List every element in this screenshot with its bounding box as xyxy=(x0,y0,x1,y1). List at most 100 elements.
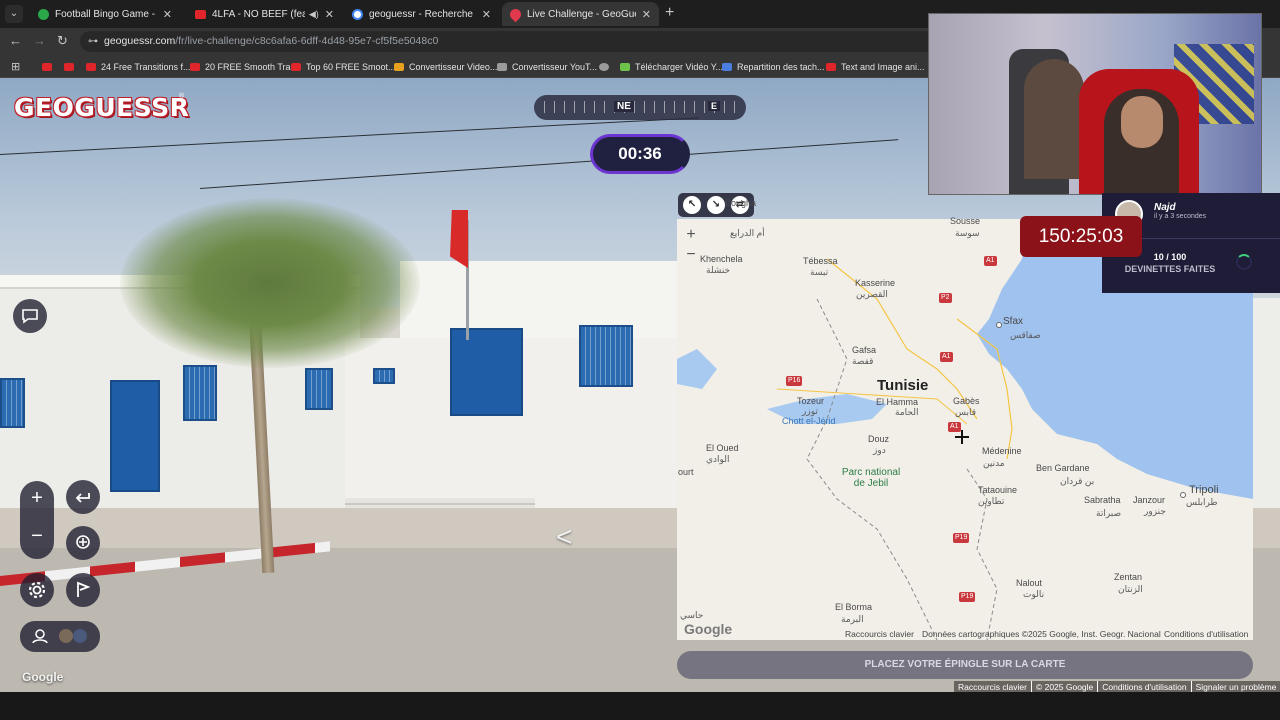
undo-move-button[interactable] xyxy=(66,480,100,514)
map-label-medenine-ar: مدنين xyxy=(983,458,1005,468)
bookmark-telecharger[interactable]: Télécharger Vidéo Y... xyxy=(620,59,723,74)
tab-football-bingo[interactable]: Football Bingo Game - Play Now ✕ xyxy=(30,2,180,26)
google-watermark: Google xyxy=(22,670,64,684)
apps-grid-icon[interactable]: ⊞ xyxy=(11,59,20,74)
tab-favicon-icon xyxy=(38,8,49,20)
bookmark-youtube-1[interactable] xyxy=(42,59,57,74)
bookmark-globe[interactable] xyxy=(599,59,614,74)
map-label-ben-gardane: Ben Gardane xyxy=(1036,463,1090,473)
geoguessr-logo: GEOGUESSR xyxy=(14,93,190,122)
tab-close-icon[interactable]: ✕ xyxy=(482,8,491,21)
map-shrink-icon[interactable]: ↘ xyxy=(707,196,725,214)
tab-live-challenge[interactable]: Live Challenge - GeoGuessr ✕ xyxy=(502,2,659,26)
bookmark-top-60[interactable]: Top 60 FREE Smoot... xyxy=(291,59,396,74)
map-label-janzour-ar: جنزور xyxy=(1144,506,1166,516)
forward-arrow-icon[interactable]: → xyxy=(33,33,46,48)
location-pin-icon xyxy=(76,535,90,549)
map-label-sfax-ar: صفاقس xyxy=(1010,330,1041,340)
road-shield: P2 xyxy=(939,293,952,303)
map-label-khenchela-ar: خنشلة xyxy=(706,265,731,275)
map-expand-icon[interactable]: ↖ xyxy=(683,196,701,214)
road-shield: P19 xyxy=(953,533,970,543)
bookmark-transitions[interactable]: 24 Free Transitions f... xyxy=(86,59,191,74)
map-label-sabratha-ar: صبراتة xyxy=(1096,508,1122,518)
speaker-icon[interactable]: ◀) xyxy=(309,9,319,20)
map-label-sfax: Sfax xyxy=(1003,316,1024,327)
tab-search-menu-icon[interactable]: ⌄ xyxy=(5,5,23,23)
bookmark-label: Convertisseur Video... xyxy=(409,61,498,72)
globe-icon xyxy=(599,62,609,71)
player-last-seen: il y a 3 secondes xyxy=(1154,213,1207,220)
webcam-person-side xyxy=(1024,59,1084,179)
bookmark-label: 20 FREE Smooth Tra... xyxy=(205,61,299,72)
tab-close-icon[interactable]: ✕ xyxy=(642,8,651,21)
map-label-gabes: Gabès xyxy=(953,396,980,406)
crosshair-cursor-icon xyxy=(955,430,969,444)
map-label-bougha-ar: أم الدرايع xyxy=(730,228,765,238)
city-dot xyxy=(1180,492,1186,498)
tab-favicon-icon xyxy=(195,9,206,19)
map-terms-link[interactable]: Conditions d'utilisation xyxy=(1164,629,1248,639)
map-label-janzour: Janzour xyxy=(1133,495,1166,505)
zoom-out-button[interactable]: − xyxy=(20,525,54,548)
bottom-letterbox xyxy=(0,692,1280,720)
building-upper xyxy=(400,261,680,341)
bookmark-repartition[interactable]: Repartition des tach... xyxy=(722,59,825,74)
bookmark-label: Repartition des tach... xyxy=(737,61,825,72)
chat-bubble-icon xyxy=(22,309,38,324)
city-dot xyxy=(996,322,1002,328)
youtube-icon xyxy=(42,62,52,71)
map-data-attribution: Données cartographiques ©2025 Google, In… xyxy=(922,629,1161,639)
tab-close-icon[interactable]: ✕ xyxy=(163,8,172,21)
bookmark-label: 24 Free Transitions f... xyxy=(101,61,191,72)
doc-icon xyxy=(722,62,732,71)
street-view-move-arrow-icon[interactable]: < xyxy=(556,523,600,551)
webcam-overlay xyxy=(928,13,1262,195)
compass[interactable]: NE E xyxy=(534,95,746,120)
blue-door xyxy=(110,380,160,492)
map-zoom-out-button[interactable]: − xyxy=(680,245,702,265)
map-label-el-oued: El Oued xyxy=(706,443,739,453)
return-to-start-button[interactable] xyxy=(66,526,100,560)
new-tab-button[interactable]: + xyxy=(665,5,674,21)
bookmark-convertisseur-video[interactable]: Convertisseur Video... xyxy=(394,59,497,74)
youtube-icon xyxy=(64,62,74,71)
reload-icon[interactable]: ↻ xyxy=(57,33,68,49)
blue-window xyxy=(0,378,25,428)
report-bubble-button[interactable] xyxy=(13,299,47,333)
players-button[interactable] xyxy=(20,621,100,652)
url-path: /fr/live-challenge/c8c6afa6-6dff-4d48-95… xyxy=(175,35,439,47)
tab-4lfa-no-beef[interactable]: 4LFA - NO BEEF (feat. KTYB) ◀) ✕ xyxy=(187,2,342,26)
building-right xyxy=(1250,298,1280,508)
bookmark-label: Top 60 FREE Smoot... xyxy=(306,61,396,72)
map-label-chott-el-jerid: Chott el-Jérid xyxy=(782,416,836,426)
blue-window xyxy=(579,325,633,387)
site-info-icon[interactable]: ⊶ xyxy=(88,31,98,52)
bookmark-convertisseur-youtube[interactable]: Convertisseur YouT... xyxy=(497,59,597,74)
bookmark-youtube-2[interactable] xyxy=(64,59,79,74)
map-label-khenchela: Khenchela xyxy=(700,254,743,264)
settings-button[interactable] xyxy=(20,573,54,607)
bookmark-text-image[interactable]: Text and Image ani... xyxy=(826,59,925,74)
map-label-ourt: ourt xyxy=(678,467,694,477)
bookmark-smooth-transitions[interactable]: 20 FREE Smooth Tra... xyxy=(190,59,298,74)
map-zoom-in-button[interactable]: + xyxy=(680,225,702,245)
map-label-gabes-ar: قابس xyxy=(955,407,977,417)
youtube-icon xyxy=(86,62,96,71)
blue-window xyxy=(305,368,333,410)
map-zoom-controls: + − xyxy=(680,225,702,265)
place-pin-button[interactable]: PLACEZ VOTRE ÉPINGLE SUR LA CARTE xyxy=(677,651,1253,679)
tab-google-search[interactable]: geoguessr - Recherche Google ✕ xyxy=(344,2,499,26)
url-field[interactable]: ⊶ geoguessr.com/fr/live-challenge/c8c6af… xyxy=(80,31,940,52)
tab-close-icon[interactable]: ✕ xyxy=(325,8,334,21)
map-label-kasserine-ar: القصرين xyxy=(856,289,888,299)
map-label-el-hamma-ar: الحامة xyxy=(895,407,919,417)
back-arrow-icon[interactable]: ← xyxy=(9,33,22,48)
youtube-icon xyxy=(190,62,200,71)
zoom-in-button[interactable]: + xyxy=(20,487,54,510)
flag-button[interactable] xyxy=(66,573,100,607)
progress-ring-icon xyxy=(1236,254,1252,270)
map-label-el-hamma: El Hamma xyxy=(876,397,919,407)
map-keyboard-shortcuts-link[interactable]: Raccourcis clavier xyxy=(845,629,914,639)
map-label-parc-jebil: Parc national de Jebil xyxy=(841,467,901,489)
